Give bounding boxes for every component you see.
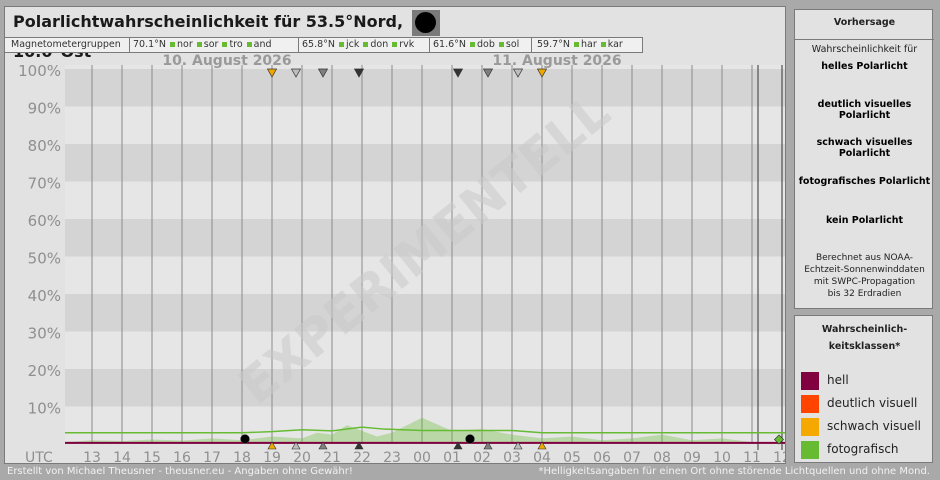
magnetometer-group-2: 65.8°N jck don rvk — [302, 39, 415, 50]
x-tick-label: 18 — [233, 450, 251, 463]
x-tick-label: 10 — [713, 450, 731, 463]
y-tick-label: 10% — [28, 400, 61, 418]
forecast-item-hell: helles Polarlicht — [821, 61, 908, 72]
magnetometer-label: Magnetometergruppen — [11, 39, 121, 50]
magnetometer-row: Magnetometergruppen 70.1°N nor sor tro and 6… — [5, 37, 643, 53]
date-label: 11. August 2026 — [492, 53, 621, 69]
date-label: 10. August 2026 — [162, 53, 291, 69]
x-tick-label: 07 — [623, 450, 641, 463]
y-tick-label: 60% — [28, 212, 61, 230]
x-tick-label: 13 — [83, 450, 101, 463]
x-tick-label: 22 — [353, 450, 371, 463]
moon-marker — [240, 434, 250, 444]
grid-band — [65, 369, 785, 407]
x-tick-label: 06 — [593, 450, 611, 463]
x-tick-label: 19 — [263, 450, 281, 463]
fotografisch-swatch — [801, 440, 819, 459]
x-tick-label: 23 — [383, 450, 401, 463]
x-axis-label: UTC — [25, 450, 53, 463]
x-tick-label: 15 — [143, 450, 161, 463]
x-tick-label: 17 — [203, 450, 221, 463]
x-tick-label: 02 — [473, 450, 491, 463]
x-tick-label: 03 — [503, 450, 521, 463]
aurora-chart: EXPERIMENTELL10. August 2026 11. August 2… — [18, 53, 785, 463]
y-tick-label: 20% — [28, 362, 61, 380]
footer-credit: Erstellt von Michael Theusner - theusner… — [7, 466, 353, 477]
x-tick-label: 21 — [323, 450, 341, 463]
forecast-title: Vorhersage — [833, 17, 896, 28]
forecast-legend-panel: Vorhersage Wahrscheinlichkeit für helles… — [794, 9, 934, 309]
classes-legend-panel: Wahrscheinlich- keitsklassen* hell deutl… — [794, 315, 933, 463]
moon-phase-box — [412, 10, 440, 36]
x-tick-label: 20 — [293, 450, 311, 463]
forecast-heading: Wahrscheinlichkeit für — [811, 44, 918, 55]
class-item-fotografisch: fotografisch — [801, 439, 899, 459]
x-tick-label: 05 — [563, 450, 581, 463]
x-tick-label: 11 — [743, 450, 761, 463]
x-tick-label: 00 — [413, 450, 431, 463]
grid-band — [65, 294, 785, 332]
moon-marker — [465, 434, 475, 444]
deutlich-swatch — [801, 394, 819, 413]
x-tick-label: 08 — [653, 450, 671, 463]
class-item-deutlich: deutlich visuell — [801, 393, 917, 413]
grid-band — [65, 69, 785, 107]
y-tick-label: 40% — [28, 287, 61, 305]
hell-swatch — [801, 371, 819, 390]
chart-title: Polarlichtwahrscheinlichkeit für 53.5°No… — [5, 7, 410, 61]
x-tick-label: 09 — [683, 450, 701, 463]
y-tick-label: 90% — [28, 100, 61, 118]
forecast-item-deutlich: deutlich visuelles Polarlicht — [817, 99, 912, 121]
class-item-hell: hell — [801, 370, 849, 390]
magnetometer-group-3: 61.6°N dob sol — [433, 39, 520, 50]
classes-title: Wahrscheinlich- keitsklassen* — [821, 324, 908, 352]
x-tick-label: 12 — [773, 450, 785, 463]
x-tick-label: 01 — [443, 450, 461, 463]
y-tick-label: 50% — [28, 250, 61, 268]
grid-band — [65, 144, 785, 182]
y-tick-label: 80% — [28, 137, 61, 155]
x-tick-label: 16 — [173, 450, 191, 463]
forecast-item-kein: kein Polarlicht — [825, 215, 904, 226]
class-item-schwach: schwach visuell — [801, 416, 921, 436]
footer-note: *Helligkeitsangaben für einen Ort ohne s… — [538, 466, 930, 477]
forecast-item-fotografisch: fotografisches Polarlicht — [798, 176, 931, 187]
x-tick-label: 04 — [533, 450, 551, 463]
x-tick-label: 14 — [113, 450, 131, 463]
schwach-swatch — [801, 417, 819, 436]
y-tick-label: 70% — [28, 175, 61, 193]
magnetometer-group-4: 59.7°N har kar — [537, 39, 623, 50]
y-tick-label: 30% — [28, 325, 61, 343]
forecast-note: Berechnet aus NOAA- Echtzeit-Sonnenwindd… — [804, 253, 925, 299]
magnetometer-group-1: 70.1°N nor sor tro and — [133, 39, 272, 50]
moon-phase-icon — [415, 12, 436, 33]
chart-panel: EXPERIMENTELL 10. August 2026 11. August 2… — [4, 6, 786, 464]
forecast-item-schwach: schwach visuelles Polarlicht — [816, 137, 913, 159]
